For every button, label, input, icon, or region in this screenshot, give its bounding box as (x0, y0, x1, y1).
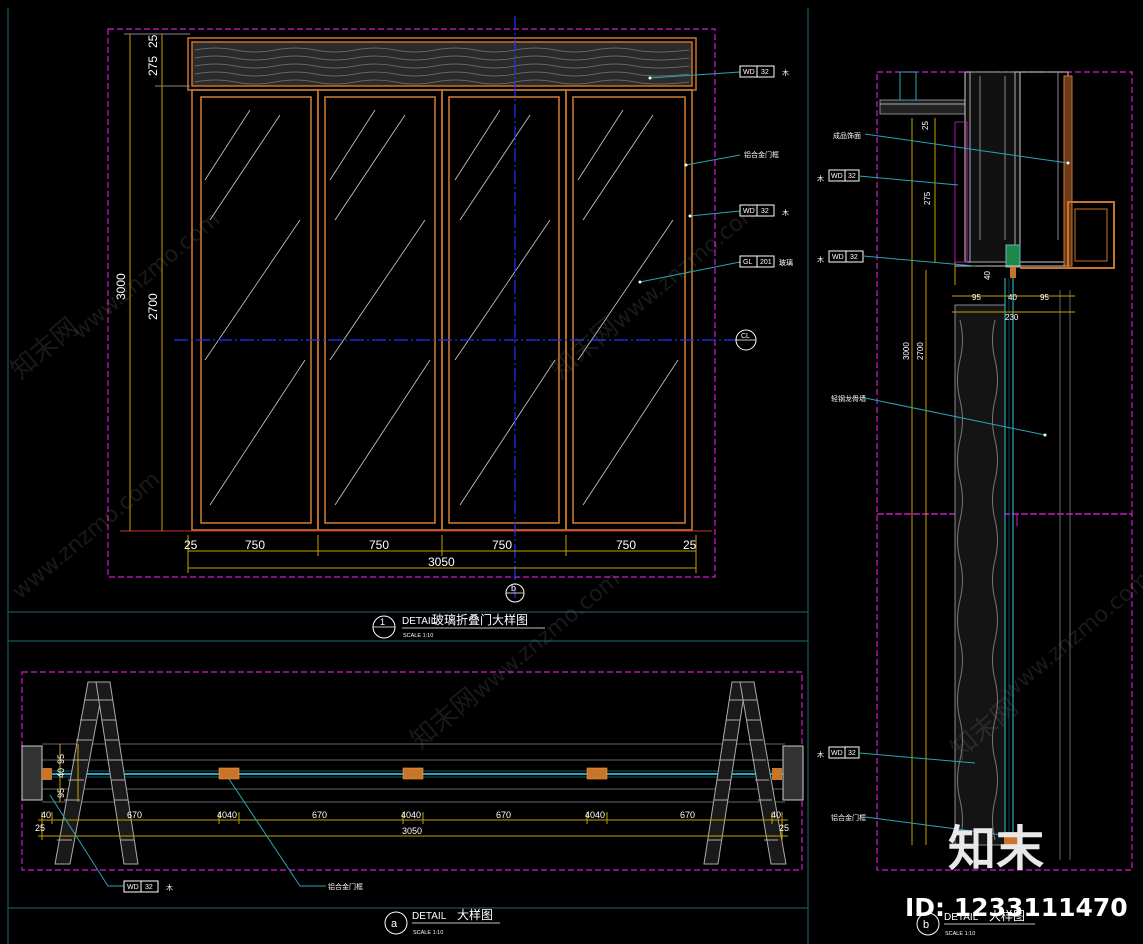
svg-text:www.znzmo.com: www.znzmo.com (468, 567, 625, 705)
section-tag-wd32-2: 木 WD 32 (817, 250, 976, 267)
svg-text:670: 670 (312, 810, 327, 820)
svg-text:DETAIL: DETAIL (412, 911, 447, 922)
dim-h-25-left: 25 (184, 538, 198, 552)
brand-logo-text: 知末 (948, 821, 1044, 877)
svg-text:SCALE 1:10: SCALE 1:10 (403, 633, 433, 639)
svg-text:木: 木 (166, 883, 173, 892)
svg-text:WD: WD (831, 750, 843, 757)
dim-h-750-3: 750 (492, 538, 512, 552)
svg-text:95: 95 (56, 754, 66, 764)
svg-text:4040: 4040 (401, 810, 421, 820)
svg-text:铝合金门框: 铝合金门框 (744, 150, 779, 159)
svg-text:40: 40 (56, 768, 66, 778)
elevation-view: CL b 3000 2700 275 25 25 750 750 750 750… (107, 16, 793, 603)
svg-text:1: 1 (380, 617, 385, 627)
svg-text:成品饰面: 成品饰面 (833, 131, 861, 140)
svg-text:95: 95 (56, 788, 66, 798)
svg-text:95: 95 (1040, 293, 1049, 302)
svg-text:轻钢龙骨墙: 轻钢龙骨墙 (831, 394, 866, 403)
svg-text:SCALE 1:10: SCALE 1:10 (413, 930, 443, 936)
dim-h-750-4: 750 (616, 538, 636, 552)
svg-text:25: 25 (779, 823, 789, 833)
svg-text:木: 木 (817, 750, 824, 759)
svg-text:3000: 3000 (902, 342, 911, 360)
svg-text:CL: CL (741, 333, 750, 340)
dim-25: 25 (146, 34, 160, 48)
svg-text:www.znzmo.com: www.znzmo.com (608, 197, 765, 335)
section-tag-wd32-1: 木 WD 32 (817, 169, 959, 186)
svg-text:32: 32 (850, 254, 858, 261)
svg-text:玻璃: 玻璃 (779, 258, 793, 267)
svg-text:32: 32 (848, 750, 856, 757)
svg-text:知末网: 知末网 (545, 312, 624, 385)
svg-text:2700: 2700 (916, 342, 925, 360)
svg-text:WD: WD (127, 884, 139, 891)
svg-text:SCALE 1:10: SCALE 1:10 (945, 931, 975, 937)
svg-text:32: 32 (145, 884, 153, 891)
svg-text:铝合金门框: 铝合金门框 (831, 813, 866, 822)
caption-detail-1: 1 DETAIL 玻璃折叠门大样图 SCALE 1:10 (372, 612, 545, 639)
svg-text:670: 670 (496, 810, 511, 820)
leader-frame-note: 铝合金门框 (684, 150, 779, 167)
svg-text:b: b (511, 583, 516, 593)
svg-text:4040: 4040 (585, 810, 605, 820)
plan-dim-total: 3050 (402, 826, 422, 836)
svg-text:www.znzmo.com: www.znzmo.com (8, 467, 165, 605)
svg-text:230: 230 (1005, 313, 1019, 322)
dim-2700: 2700 (146, 293, 160, 320)
svg-text:木: 木 (782, 208, 789, 217)
dim-h-750-2: 750 (369, 538, 389, 552)
section-mark-b: b (505, 583, 525, 603)
svg-text:32: 32 (761, 69, 769, 76)
dim-h-750-1: 750 (245, 538, 265, 552)
plan-dim-40-right: 40 (771, 810, 781, 820)
svg-text:木: 木 (817, 255, 824, 264)
svg-text:WD: WD (831, 173, 843, 180)
svg-text:670: 670 (680, 810, 695, 820)
svg-text:木: 木 (817, 174, 824, 183)
svg-text:95: 95 (972, 293, 981, 302)
svg-text:32: 32 (848, 173, 856, 180)
caption-detail-a: a DETAIL 大样图 SCALE 1:10 (384, 907, 500, 936)
svg-text:40: 40 (983, 271, 992, 280)
svg-text:4040: 4040 (217, 810, 237, 820)
plan-dim-40-left: 40 (41, 810, 51, 820)
svg-text:铝合金门框: 铝合金门框 (328, 882, 363, 891)
svg-text:201: 201 (760, 259, 772, 266)
ceiling-structure (879, 71, 1115, 278)
svg-text:a: a (391, 918, 398, 930)
svg-text:WD: WD (743, 69, 755, 76)
svg-text:木: 木 (782, 68, 789, 77)
svg-text:玻璃折叠门大样图: 玻璃折叠门大样图 (432, 612, 528, 627)
svg-text:GL: GL (743, 259, 752, 266)
plan-leader-frame: 铝合金门框 (228, 778, 363, 891)
section-note-finish: 成品饰面 (833, 131, 1070, 165)
dim-h-25-right: 25 (683, 538, 697, 552)
svg-text:40: 40 (1008, 293, 1017, 302)
dim-275: 275 (146, 56, 160, 76)
plan-view: 95 40 95 40 670 4040 670 4040 670 4040 6… (21, 671, 804, 893)
cad-drawing-canvas: CL b 3000 2700 275 25 25 750 750 750 750… (5, 8, 1143, 944)
svg-text:大样图: 大样图 (457, 907, 493, 922)
axis-mark: CL (735, 329, 757, 351)
dim-total-3050: 3050 (428, 555, 455, 569)
section-note-wall: 轻钢龙骨墙 (831, 394, 1047, 437)
svg-text:25: 25 (921, 121, 930, 130)
section-wall (954, 278, 1071, 860)
svg-text:25: 25 (35, 823, 45, 833)
svg-text:670: 670 (127, 810, 142, 820)
image-id-label: ID: 1233111470 (905, 893, 1128, 922)
svg-text:WD: WD (832, 254, 844, 261)
svg-text:275: 275 (923, 191, 932, 205)
